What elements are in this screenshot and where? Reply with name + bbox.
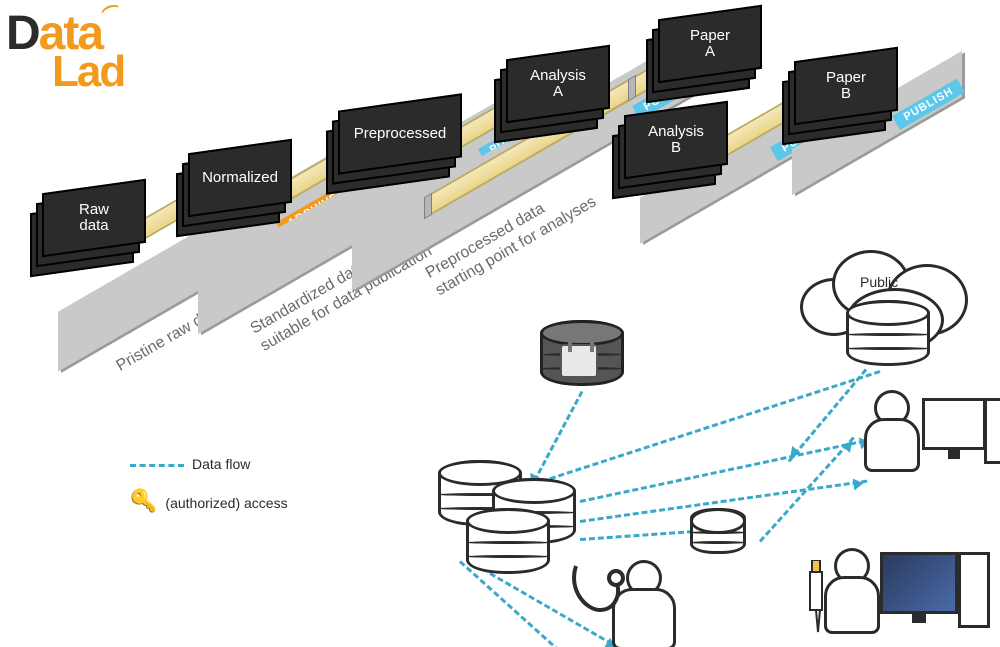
stack-analysis-b: AnalysisB [612,108,720,184]
flow-shared-user1 [580,438,874,503]
stack-raw-data: Rawdata [30,186,138,262]
diagram-stage: Data⏜ Lad ARCHIVE Pristine raw data PUBL… [0,0,1000,647]
stack-paper-b-label: PaperB [796,56,896,116]
stack-analysis-a: AnalysisA [494,52,602,128]
legend-flow: Data flow [130,456,250,472]
legend-flow-label: Data flow [192,456,250,472]
logo-lad: Lad [52,47,124,97]
stack-analysis-b-label: AnalysisB [626,110,726,170]
stack-paper-a-label: PaperA [660,14,760,74]
stack-normalized: Normalized [176,146,284,222]
stack-analysis-a-label: AnalysisA [508,54,608,114]
lock-icon [560,344,598,378]
stethoscope-icon [566,560,626,630]
stack-raw-label: Rawdata [44,188,144,248]
monitor-2 [880,552,958,614]
tower-2 [958,552,990,628]
db-small [690,508,746,554]
db-public [846,300,930,366]
cloud-label: Public [860,274,898,290]
pipette-icon [800,560,834,640]
stack-paper-b: PaperB [782,54,890,130]
legend-access: 🔑 (authorized) access [130,488,288,514]
publish-tag-4: PUBLISH [892,79,965,130]
logo-d: D [6,7,39,60]
actor-analyst [860,390,920,470]
db-shared-3 [466,508,550,574]
stack-preproc-label: Preprocessed [340,104,460,164]
tower-1 [984,398,1000,464]
legend-dash-icon [130,464,184,467]
wifi-icon: ⏜ [101,4,123,29]
stack-normalized-label: Normalized [190,148,290,208]
stack-paper-a: PaperA [646,12,754,88]
legend-access-label: (authorized) access [165,495,287,511]
stack-preprocessed: Preprocessed [326,102,454,178]
monitor-1 [922,398,986,450]
key-icon: 🔑 [130,488,157,514]
datalad-logo: Data⏜ Lad [6,6,124,97]
